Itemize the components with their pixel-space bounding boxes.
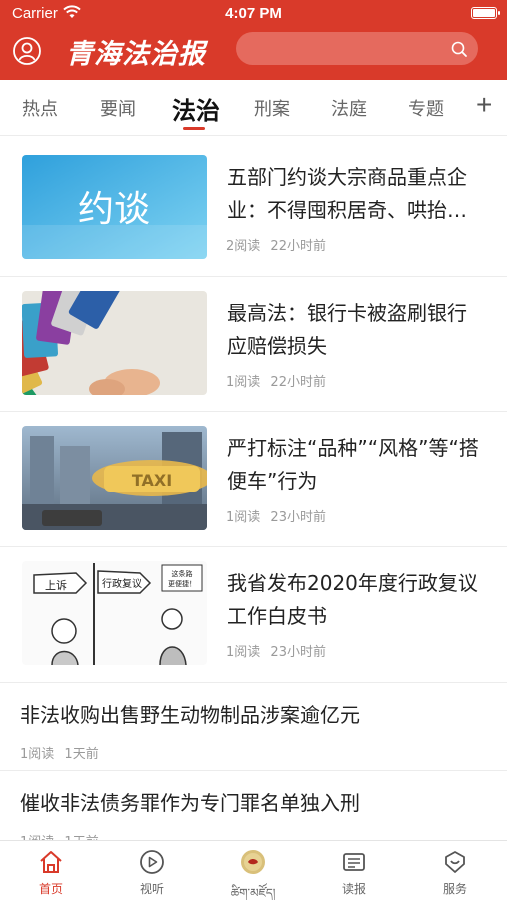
news-item[interactable]: TAXI 严打标注“品种”“风格”等“搭便车”行为 1阅读 23小时前 <box>0 412 507 547</box>
thumb-caption: 上诉 <box>45 579 67 592</box>
read-count: 1阅读 <box>226 375 261 390</box>
tabbar-label: 服务 <box>442 882 467 896</box>
home-icon <box>40 851 62 873</box>
thumb-caption: 行政复议 <box>102 577 142 590</box>
tabbar-service[interactable]: 服务 <box>415 841 495 900</box>
publish-time: 23小时前 <box>270 510 326 525</box>
news-thumbnail <box>22 291 207 395</box>
news-meta: 1阅读 1天前 <box>20 743 105 762</box>
publish-time: 22小时前 <box>270 375 326 390</box>
news-thumbnail: TAXI <box>22 426 207 530</box>
tibetan-logo-icon <box>241 850 265 874</box>
news-meta: 1阅读 23小时前 <box>226 641 332 660</box>
tab-criminal[interactable]: 刑案 <box>254 95 290 121</box>
status-time: 4:07 PM <box>225 5 282 22</box>
thumb-caption: 这条路 <box>172 569 193 578</box>
tab-court[interactable]: 法庭 <box>331 95 367 121</box>
search-bar[interactable] <box>236 32 478 65</box>
tabbar-tibetan[interactable]: ཚིག་མཛོད། <box>213 841 293 900</box>
publish-time: 22小时前 <box>270 239 326 254</box>
tab-headlines[interactable]: 要闻 <box>100 95 136 121</box>
tabbar-label: ཚིག་མཛོད། <box>230 886 276 900</box>
tab-law[interactable]: 法治 <box>172 91 220 126</box>
newspaper-icon <box>343 853 365 871</box>
news-thumbnail: 约谈 <box>22 155 207 259</box>
news-thumbnail: 上诉 行政复议 这条路 更便捷！ <box>22 561 207 665</box>
tabbar-label: 视听 <box>139 882 164 896</box>
tabbar-newspaper[interactable]: 读报 <box>314 841 394 900</box>
read-count: 1阅读 <box>20 747 55 762</box>
user-icon <box>13 37 41 65</box>
tabbar-label: 读报 <box>341 882 366 896</box>
battery-icon <box>471 7 500 19</box>
news-title[interactable]: 催收非法债务罪作为专门罪名单独入刑 <box>20 787 490 820</box>
news-item[interactable]: 约谈 五部门约谈大宗商品重点企业：不得囤积居奇、哄抬价格 2阅读 22小时前 <box>0 141 507 277</box>
thumb-caption: 更便捷！ <box>168 579 196 588</box>
bottom-tab-bar: 首页 视听 ཚིག་མཛོད། 读报 服务 <box>0 840 507 900</box>
news-title[interactable]: 最高法：银行卡被盗刷银行应赔偿损失 <box>227 297 485 363</box>
status-bar: Carrier 4:07 PM <box>0 0 507 28</box>
news-meta: 1阅读 23小时前 <box>226 506 332 525</box>
news-title[interactable]: 严打标注“品种”“风格”等“搭便车”行为 <box>227 432 485 498</box>
service-icon <box>445 851 465 873</box>
news-title[interactable]: 五部门约谈大宗商品重点企业：不得囤积居奇、哄抬价格 <box>227 161 485 227</box>
user-profile-button[interactable] <box>12 36 42 66</box>
tabbar-home[interactable]: 首页 <box>11 841 91 900</box>
tab-special[interactable]: 专题 <box>408 95 444 121</box>
news-title[interactable]: 我省发布2020年度行政复议工作白皮书 <box>227 567 485 633</box>
thumb-caption: TAXI <box>132 471 172 490</box>
news-meta: 2阅读 22小时前 <box>226 235 332 254</box>
active-tab-indicator <box>183 127 205 130</box>
news-item[interactable]: 上诉 行政复议 这条路 更便捷！ 我省发布2020年度行政复议工作白皮书 1阅读… <box>0 547 507 683</box>
news-meta: 1阅读 22小时前 <box>226 371 332 390</box>
tabbar-video[interactable]: 视听 <box>112 841 192 900</box>
search-icon[interactable] <box>450 40 468 58</box>
add-tab-button[interactable]: + <box>476 90 500 122</box>
tab-hot[interactable]: 热点 <box>22 95 58 121</box>
read-count: 1阅读 <box>226 510 261 525</box>
publish-time: 1天前 <box>64 747 99 762</box>
read-count: 1阅读 <box>226 645 261 660</box>
thumb-caption: 约谈 <box>78 189 150 230</box>
app-header: Carrier 4:07 PM 青海法治报 <box>0 0 507 80</box>
search-input[interactable] <box>250 32 440 65</box>
news-title[interactable]: 非法收购出售野生动物制品涉案逾亿元 <box>20 699 490 732</box>
news-item[interactable]: 最高法：银行卡被盗刷银行应赔偿损失 1阅读 22小时前 <box>0 277 507 412</box>
news-item[interactable]: 非法收购出售野生动物制品涉案逾亿元 1阅读 1天前 <box>0 683 507 771</box>
tabbar-label: 首页 <box>38 882 63 896</box>
app-logo: 青海法治报 <box>66 39 206 70</box>
publish-time: 23小时前 <box>270 645 326 660</box>
play-icon <box>140 850 164 874</box>
category-tabs: 热点 要闻 法治 刑案 法庭 专题 + <box>0 80 507 136</box>
read-count: 2阅读 <box>226 239 261 254</box>
